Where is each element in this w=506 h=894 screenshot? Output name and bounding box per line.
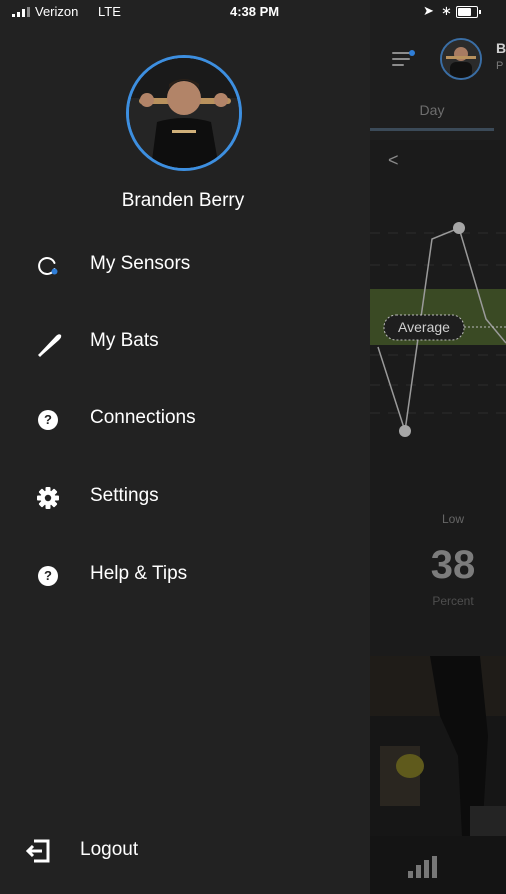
header-avatar[interactable] xyxy=(440,38,482,80)
status-bar: Verizon LTE 4:38 PM ➤ ∗ xyxy=(0,0,506,22)
menu-item-label: Settings xyxy=(90,485,159,506)
status-time: 4:38 PM xyxy=(230,4,280,19)
tab-day-underline xyxy=(370,128,494,131)
profile-name: Branden Berry xyxy=(121,190,245,211)
menu-item-settings[interactable]: Settings xyxy=(0,471,370,525)
help-circle-icon: ? xyxy=(36,408,60,432)
menu-item-help-tips[interactable]: ? Help & Tips xyxy=(0,549,370,603)
gear-icon xyxy=(36,486,60,510)
menu-item-my-bats[interactable]: My Bats xyxy=(0,316,370,370)
metric-value: 38 xyxy=(430,543,476,587)
background-app: B P Day < Average Low 38 Percent xyxy=(370,0,506,894)
average-label: Average xyxy=(398,319,450,335)
location-arrow-icon: ➤ xyxy=(423,3,434,18)
navigation-drawer: Branden Berry My Sensors My Bats ? Conne… xyxy=(0,0,370,894)
app-tab-bar xyxy=(370,836,506,894)
logout-label: Logout xyxy=(80,839,139,860)
menu-item-connections[interactable]: ? Connections xyxy=(0,393,370,447)
notification-dot xyxy=(409,50,415,56)
swing-chart: Average xyxy=(370,222,506,437)
menu-item-label: Help & Tips xyxy=(90,563,188,584)
battery-icon xyxy=(456,6,481,18)
sensor-ring-icon xyxy=(36,254,60,278)
back-chevron-icon[interactable]: < xyxy=(388,150,399,171)
metric-label: Low xyxy=(441,512,464,526)
profile-avatar[interactable] xyxy=(126,55,242,171)
menu-item-label: My Sensors xyxy=(90,253,191,274)
metric-unit: Percent xyxy=(432,594,474,608)
menu-item-label: My Bats xyxy=(90,330,159,351)
header-title: B xyxy=(496,40,506,56)
network-type: LTE xyxy=(98,4,121,19)
carrier-name: Verizon xyxy=(35,4,79,19)
menu-item-label: Connections xyxy=(90,407,196,428)
stats-bars-icon[interactable] xyxy=(408,856,438,878)
menu-item-my-sensors[interactable]: My Sensors xyxy=(0,239,370,293)
chart-point-low xyxy=(399,425,411,437)
background-photo xyxy=(370,656,506,836)
logout-button[interactable]: Logout xyxy=(0,822,370,878)
bat-icon xyxy=(36,331,62,357)
bluetooth-icon: ∗ xyxy=(441,3,452,18)
header-subtitle: P xyxy=(496,60,504,72)
chart-point-high xyxy=(453,222,465,234)
hamburger-menu-icon[interactable] xyxy=(392,50,415,68)
signal-strength-icon xyxy=(12,7,34,17)
logout-icon xyxy=(25,838,52,864)
tab-day[interactable]: Day xyxy=(370,102,494,118)
help-circle-icon: ? xyxy=(36,564,60,588)
